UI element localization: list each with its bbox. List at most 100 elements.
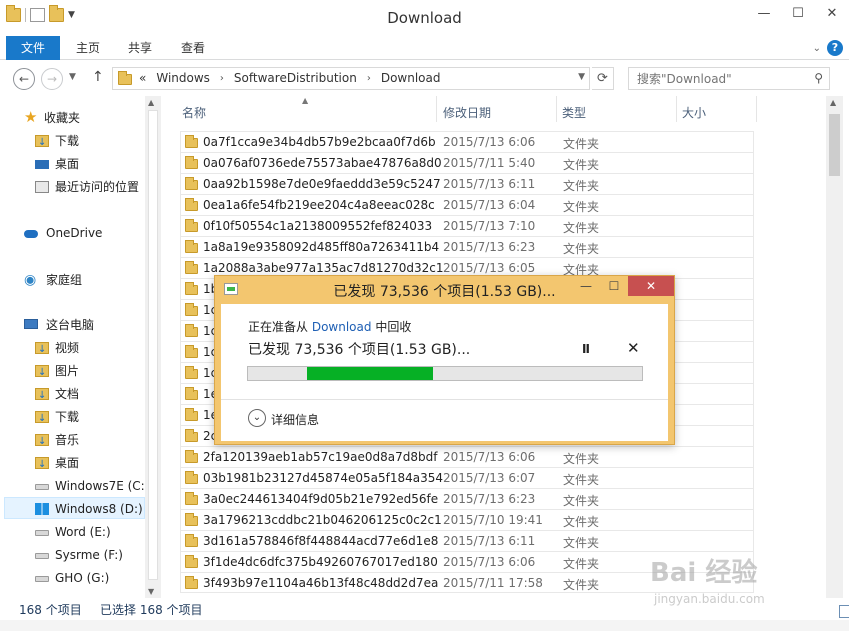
tab-view[interactable]: 查看 <box>173 36 213 60</box>
scroll-up-arrow-icon[interactable]: ▲ <box>148 98 154 107</box>
tab-share[interactable]: 共享 <box>120 36 160 60</box>
table-row[interactable]: 0f10f50554c1a2138009552fef824033 2015/7/1… <box>180 215 754 236</box>
dialog-close-button[interactable]: ✕ <box>628 276 674 296</box>
minimize-button[interactable]: — <box>747 0 781 28</box>
file-date: 2015/7/13 7:10 <box>443 219 536 233</box>
dialog-window-controls: — ☐ ✕ <box>572 276 674 296</box>
expand-ribbon-chevron-icon[interactable]: ⌄ <box>813 43 821 54</box>
sidebar-item-pictures[interactable]: 图片 <box>35 360 79 384</box>
sidebar-item-this-pc[interactable]: 这台电脑 <box>24 314 94 336</box>
more-details-label[interactable]: 详细信息 <box>271 411 319 428</box>
scrollbar-thumb[interactable] <box>148 110 158 580</box>
column-header-type[interactable]: 类型 <box>562 104 586 121</box>
column-divider[interactable] <box>756 96 757 122</box>
help-icon[interactable]: ? <box>827 40 843 56</box>
sidebar-scrollbar[interactable]: ▲ ▼ <box>145 96 161 598</box>
file-name: 0aa92b1598e7de0e9faeddd3e59c5247 <box>203 177 441 191</box>
table-row[interactable]: 3a1796213cddbc21b046206125c0c2c1 2015/7/1… <box>180 509 754 530</box>
sidebar-item-music[interactable]: 音乐 <box>35 429 79 453</box>
refresh-button[interactable]: ⟳ <box>592 67 614 90</box>
dialog-maximize-button[interactable]: ☐ <box>600 276 628 296</box>
dialog-body: 正在准备从 Download 中回收 已发现 73,536 个项目(1.53 G… <box>221 304 668 441</box>
search-icon[interactable]: ⚲ <box>814 71 823 85</box>
folder-icon <box>185 555 198 568</box>
breadcrumb-download[interactable]: Download <box>381 71 441 85</box>
column-header-date[interactable]: 修改日期 <box>443 104 491 121</box>
table-row[interactable]: 0a7f1cca9e34b4db57b9e2bcaa0f7d6b 2015/7/1… <box>180 131 754 152</box>
back-button[interactable]: ← <box>13 68 35 90</box>
sidebar-item-downloads-pc[interactable]: 下载 <box>35 406 79 430</box>
column-header-size[interactable]: 大小 <box>682 104 706 121</box>
dialog-minimize-button[interactable]: — <box>572 276 600 296</box>
sidebar-item-videos[interactable]: 视频 <box>35 337 79 361</box>
close-button[interactable]: ✕ <box>815 0 849 28</box>
column-header-name[interactable]: 名称 <box>182 104 206 121</box>
sidebar-item-drive-d[interactable]: Windows8 (D:) <box>4 497 145 519</box>
dialog-title-bar[interactable]: 已发现 73,536 个项目(1.53 GB)... — ☐ ✕ <box>215 276 674 302</box>
progress-heading: 已发现 73,536 个项目(1.53 GB)... <box>248 342 471 358</box>
sidebar-item-downloads[interactable]: 下载 <box>35 130 79 154</box>
table-row[interactable]: 0a076af0736ede75573abae47876a8d0 2015/7/1… <box>180 152 754 173</box>
up-button[interactable]: ↑ <box>92 69 104 85</box>
sidebar-item-homegroup[interactable]: ◉ 家庭组 <box>24 269 82 291</box>
sidebar-item-documents[interactable]: 文档 <box>35 383 79 407</box>
source-folder-link[interactable]: Download <box>312 320 372 334</box>
file-type: 文件夹 <box>563 200 600 214</box>
file-date: 2015/7/13 6:04 <box>443 198 536 212</box>
column-divider[interactable] <box>436 96 437 122</box>
maximize-button[interactable]: ☐ <box>781 0 815 28</box>
documents-folder-icon <box>35 385 49 407</box>
sidebar-item-recent-places[interactable]: 最近访问的位置 <box>35 176 139 198</box>
breadcrumb-overflow[interactable]: « <box>139 71 146 85</box>
large-icons-view-icon[interactable] <box>839 605 849 618</box>
tab-home[interactable]: 主页 <box>68 36 108 60</box>
sidebar-item-desktop[interactable]: 桌面 <box>35 153 79 175</box>
sidebar-item-drive-f[interactable]: Sysrme (F:) <box>35 544 123 566</box>
table-row[interactable]: 03b1981b23127d45874e05a5f184a354 2015/7/1… <box>180 467 754 488</box>
column-divider[interactable] <box>676 96 677 122</box>
scroll-down-arrow-icon[interactable]: ▼ <box>148 587 154 596</box>
sidebar-item-desktop-pc[interactable]: 桌面 <box>35 452 79 476</box>
pause-button[interactable]: II <box>582 342 590 356</box>
folder-icon <box>185 240 198 253</box>
breadcrumb-separator-icon[interactable]: › <box>367 73 371 84</box>
table-row[interactable]: 1a8a19e9358092d485ff80a7263411b4 2015/7/1… <box>180 236 754 257</box>
file-date: 2015/7/10 19:41 <box>443 513 543 527</box>
recent-locations-chevron-icon[interactable]: ▼ <box>69 72 76 82</box>
tab-file[interactable]: 文件 <box>6 36 60 60</box>
table-row[interactable]: 3a0ec244613404f9d05b21e792ed56fe 2015/7/1… <box>180 488 754 509</box>
file-list-scrollbar[interactable]: ▲ <box>826 96 843 598</box>
file-date: 2015/7/11 17:58 <box>443 576 543 590</box>
breadcrumb-windows[interactable]: Windows <box>156 71 210 85</box>
address-bar[interactable]: « Windows › SoftwareDistribution › Downl… <box>112 67 590 90</box>
sidebar-item-onedrive[interactable]: OneDrive <box>24 222 102 244</box>
sidebar-item-drive-e[interactable]: Word (E:) <box>35 521 111 543</box>
stop-button[interactable]: ✕ <box>627 339 640 357</box>
scroll-up-arrow-icon[interactable]: ▲ <box>830 98 836 107</box>
address-history-chevron-icon[interactable]: ▼ <box>578 72 585 82</box>
downloads-folder-icon <box>35 408 49 430</box>
operation-prefix: 正在准备从 <box>248 320 309 334</box>
search-box[interactable]: ⚲ <box>628 67 830 90</box>
column-divider[interactable] <box>556 96 557 122</box>
folder-icon <box>185 345 198 358</box>
progress-bar <box>247 366 643 381</box>
breadcrumb-separator-icon[interactable]: › <box>220 73 224 84</box>
sidebar-item-favorites[interactable]: ★ 收藏夹 <box>24 107 80 129</box>
more-details-chevron-icon[interactable]: ⌄ <box>248 409 266 427</box>
search-input[interactable] <box>629 68 799 89</box>
scrollbar-thumb[interactable] <box>829 114 840 176</box>
breadcrumb-softwaredistribution[interactable]: SoftwareDistribution <box>234 71 357 85</box>
this-pc-icon <box>24 319 38 329</box>
sidebar-item-drive-g[interactable]: GHO (G:) <box>35 567 109 589</box>
table-row[interactable]: 3d161a578846f8f448844acd77e6d1e8 2015/7/1… <box>180 530 754 551</box>
table-row[interactable]: 0aa92b1598e7de0e9faeddd3e59c5247 2015/7/1… <box>180 173 754 194</box>
sidebar-item-drive-c[interactable]: Windows7E (C:) <box>35 475 149 497</box>
folder-icon <box>185 261 198 274</box>
baidu-watermark-url: jingyan.baidu.com <box>654 592 765 606</box>
window-bottom-edge <box>0 620 849 631</box>
forward-button[interactable]: → <box>41 68 63 90</box>
table-row[interactable]: 2fa120139aeb1ab57c19ae0d8a7d8bdf 2015/7/1… <box>180 446 754 467</box>
table-row[interactable]: 0ea1a6fe54fb219ee204c4a8eeac028c 2015/7/1… <box>180 194 754 215</box>
window-title: Download <box>387 9 462 27</box>
